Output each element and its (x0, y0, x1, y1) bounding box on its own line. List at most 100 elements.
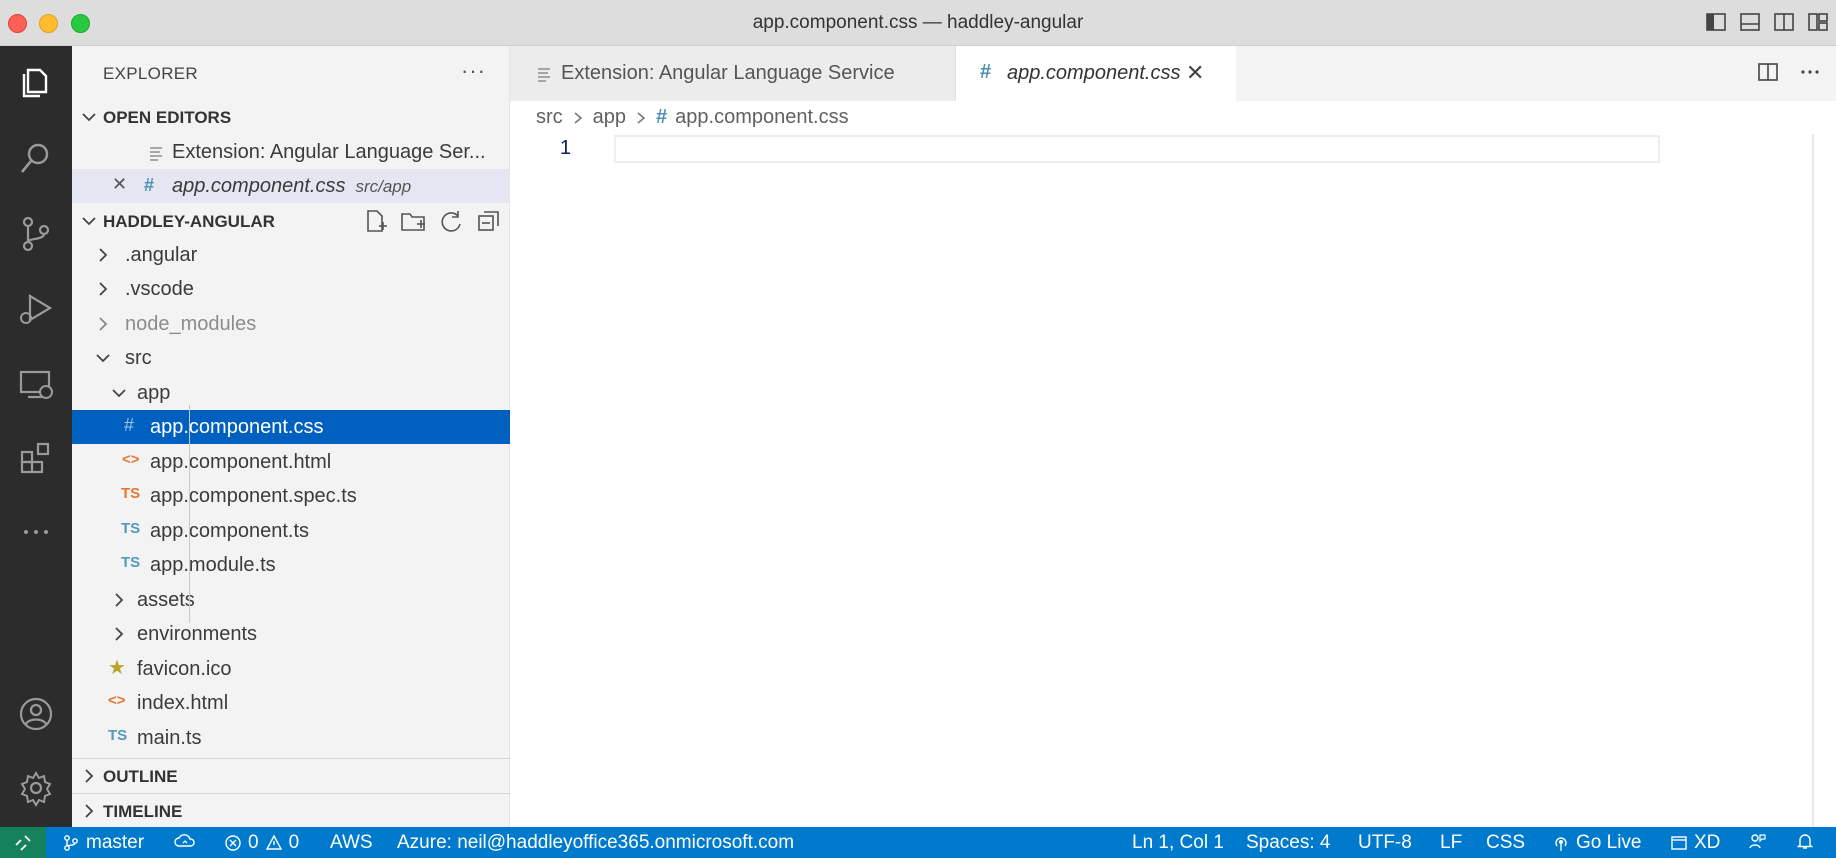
remote-indicator-button[interactable] (0, 827, 46, 858)
language-mode-status[interactable]: CSS (1486, 832, 1525, 854)
code-editor-current-line[interactable] (614, 135, 1660, 163)
accounts-icon[interactable] (0, 684, 72, 744)
chevron-right-icon (574, 111, 582, 124)
customize-layout-icon[interactable] (1806, 10, 1830, 34)
problems-status[interactable]: 0 0 (224, 832, 299, 854)
encoding-status[interactable]: UTF-8 (1358, 832, 1412, 854)
run-and-debug-icon[interactable] (0, 278, 72, 338)
xd-status[interactable]: XD (1670, 832, 1720, 854)
xd-label: XD (1694, 832, 1721, 853)
toggle-primary-sidebar-icon[interactable] (1704, 10, 1728, 34)
breadcrumb-item-src[interactable]: src (536, 106, 563, 129)
chevron-right-icon (99, 317, 108, 331)
new-folder-icon[interactable] (400, 208, 426, 234)
tree-item-label: favicon.ico (137, 658, 232, 680)
more-icon[interactable] (0, 502, 72, 562)
extensions-icon[interactable] (0, 428, 72, 488)
cloud-sync-icon (174, 834, 195, 847)
remote-explorer-icon[interactable] (0, 354, 72, 414)
css-file-icon: # (980, 61, 992, 83)
open-editor-item-extension[interactable]: Extension: Angular Language Ser... (72, 135, 510, 169)
xd-window-icon (1671, 836, 1687, 850)
tab-extension-angular-language-service[interactable]: Extension: Angular Language Service (510, 46, 956, 101)
tree-item-label: .vscode (125, 278, 194, 300)
css-file-icon: # (144, 175, 155, 195)
window-title: app.component.css — haddley-angular (752, 12, 1084, 33)
open-editor-item-app-component-css[interactable]: ✕ # app.component.css src/app (72, 169, 510, 203)
aws-status[interactable]: AWS (330, 832, 373, 854)
split-editor-icon[interactable] (1756, 60, 1780, 90)
sync-status[interactable] (174, 832, 196, 850)
tree-item-app-component-css[interactable]: # app.component.css (72, 410, 510, 444)
chevron-down-icon (112, 389, 126, 398)
new-file-icon[interactable] (362, 208, 388, 234)
tree-item-app-module-ts[interactable]: TS app.module.ts (72, 548, 510, 582)
typescript-file-icon: TS (121, 520, 141, 537)
tab-label: Extension: Angular Language Service (561, 62, 895, 84)
indent-guide (189, 405, 190, 623)
azure-account-status[interactable]: Azure: neil@haddleyoffice365.onmicrosoft… (397, 832, 794, 854)
more-actions-icon[interactable] (1798, 60, 1822, 90)
warning-count: 0 (288, 832, 300, 853)
bell-icon (1796, 834, 1814, 849)
timeline-section-header[interactable]: TIMELINE (72, 794, 510, 828)
chevron-right-icon (85, 804, 94, 818)
explorer-icon[interactable] (0, 52, 72, 112)
tree-item-label: node_modules (125, 313, 257, 335)
close-icon[interactable]: ✕ (1186, 60, 1204, 86)
toggle-secondary-sidebar-icon[interactable] (1772, 10, 1796, 34)
tree-item-label: environments (137, 623, 258, 645)
tree-item-label: assets (137, 589, 195, 611)
chevron-right-icon (115, 627, 124, 641)
editor-tabs: Extension: Angular Language Service # ap… (510, 46, 1836, 101)
go-live-button[interactable]: Go Live (1552, 832, 1641, 854)
outline-section-header[interactable]: OUTLINE (72, 759, 510, 793)
tree-item-app-component-spec-ts[interactable]: TS app.component.spec.ts (72, 479, 510, 513)
eol-status[interactable]: LF (1440, 832, 1462, 854)
tree-item-app[interactable]: app (72, 376, 510, 410)
chevron-right-icon (99, 282, 108, 296)
tree-item-label: app.component.ts (150, 520, 309, 542)
tree-item-environments[interactable]: environments (72, 617, 510, 651)
explorer-more-actions-button[interactable]: ··· (461, 58, 486, 84)
tree-item-src[interactable]: src (72, 341, 510, 375)
breadcrumb-item-app[interactable]: app (593, 106, 626, 129)
tree-item-node-modules[interactable]: node_modules (72, 307, 510, 341)
source-control-icon[interactable] (0, 204, 72, 264)
tree-item-vscode[interactable]: .vscode (72, 272, 510, 306)
feedback-icon[interactable] (1748, 832, 1766, 850)
tab-label: app.component.css (1007, 62, 1181, 84)
tree-item-app-component-ts[interactable]: TS app.component.ts (72, 514, 510, 548)
open-editors-label: OPEN EDITORS (103, 108, 232, 127)
tree-item-label: main.ts (137, 727, 202, 749)
open-editors-section-header[interactable]: OPEN EDITORS (72, 100, 510, 134)
tree-item-favicon[interactable]: ★ favicon.ico (72, 652, 510, 686)
toggle-panel-icon[interactable] (1738, 10, 1762, 34)
tree-item-app-component-html[interactable]: <> app.component.html (72, 445, 510, 479)
settings-gear-icon[interactable] (0, 758, 72, 818)
chevron-down-icon (96, 354, 110, 363)
project-section-header[interactable]: HADDLEY-ANGULAR (72, 204, 510, 238)
collapse-all-icon[interactable] (476, 208, 502, 234)
search-icon[interactable] (0, 128, 72, 188)
go-live-label: Go Live (1576, 832, 1642, 853)
activity-bar (0, 46, 72, 827)
tree-item-main-ts[interactable]: TS main.ts (72, 721, 510, 755)
tree-item-label: app.component.spec.ts (150, 485, 357, 507)
branch-status[interactable]: master (62, 832, 144, 854)
title-bar: app.component.css — haddley-angular (0, 0, 1836, 46)
editor-scrollbar[interactable] (1812, 134, 1814, 827)
error-icon (225, 835, 241, 851)
refresh-icon[interactable] (438, 208, 464, 234)
cursor-position-status[interactable]: Ln 1, Col 1 (1132, 832, 1224, 854)
breadcrumb-item-file[interactable]: app.component.css (675, 106, 848, 129)
close-icon[interactable]: ✕ (112, 174, 127, 195)
tree-item-label: .angular (125, 244, 198, 266)
tab-app-component-css[interactable]: # app.component.css ✕ (956, 46, 1236, 101)
indentation-status[interactable]: Spaces: 4 (1246, 832, 1331, 854)
tree-item-angular[interactable]: .angular (72, 238, 510, 272)
tree-item-index-html[interactable]: <> index.html (72, 686, 510, 720)
branch-icon (64, 835, 78, 851)
notifications-bell-icon[interactable] (1796, 832, 1814, 850)
tree-item-assets[interactable]: assets (72, 583, 510, 617)
